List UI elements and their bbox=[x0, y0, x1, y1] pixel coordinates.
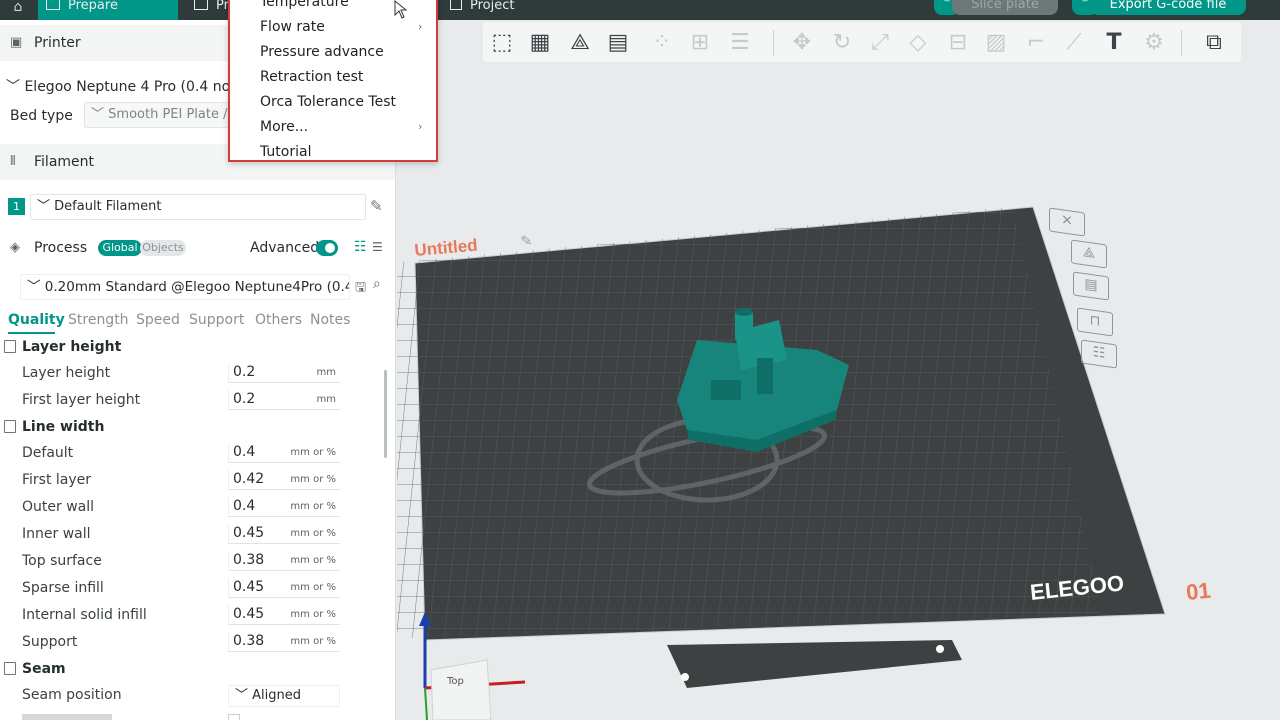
project-icon bbox=[450, 0, 462, 10]
search-icon[interactable]: ⌕ bbox=[373, 276, 381, 292]
line-width-inner-wall-input[interactable]: 0.45 mm or % bbox=[228, 524, 340, 544]
tab-notes[interactable]: Notes bbox=[310, 312, 350, 328]
line-width-group-icon bbox=[4, 420, 16, 433]
menu-item-retraction-test[interactable]: Retraction test bbox=[260, 69, 363, 85]
mouse-cursor-icon bbox=[394, 0, 408, 19]
line-width-top-surface-input[interactable]: 0.38 mm or % bbox=[228, 551, 340, 571]
tab-strength[interactable]: Strength bbox=[68, 312, 129, 328]
group-title-seam: Seam bbox=[22, 661, 66, 677]
param-label: Layer height bbox=[22, 365, 111, 381]
tab-quality[interactable]: Quality bbox=[8, 312, 65, 328]
slice-plate-button[interactable]: Slice plate bbox=[952, 0, 1058, 15]
layer-height-group-icon bbox=[4, 340, 16, 353]
printer-header-label: Printer bbox=[34, 35, 81, 51]
process-preset-select[interactable]: ﹀ 0.20mm Standard @Elegoo Neptune4Pro (0… bbox=[20, 274, 350, 300]
view-cube[interactable]: Top bbox=[430, 659, 492, 720]
param-label: Sparse infill bbox=[22, 580, 104, 596]
calibration-dropdown-menu: Temperature Flow rate › Pressure advance… bbox=[228, 0, 438, 162]
home-icon[interactable]: ⌂ bbox=[6, 0, 30, 20]
line-width-first-layer-input[interactable]: 0.42 mm or % bbox=[228, 470, 340, 490]
compare-presets-icon[interactable]: ☷ bbox=[354, 239, 367, 255]
view-cube-top-label: Top bbox=[446, 676, 464, 687]
build-plate bbox=[397, 206, 1166, 688]
chevron-down-icon: ﹀ bbox=[37, 199, 51, 214]
chevron-right-icon: › bbox=[418, 20, 423, 33]
group-title-layer-height: Layer height bbox=[22, 339, 122, 355]
preview-icon bbox=[194, 0, 208, 10]
printer-preset-value: Elegoo Neptune 4 Pro (0.4 nozzle bbox=[24, 79, 258, 95]
cube-icon bbox=[46, 0, 60, 10]
tab-prepare[interactable]: Prepare bbox=[38, 0, 178, 20]
3d-viewport[interactable]: ⬚ ▦ ⟁ ▤ ⁘ ⊞ ☰ ✥ ↻ ⤢ ◇ ⊟ ▨ ⌐ ⟋ T ⚙ ⧉ ELEG… bbox=[397, 20, 1280, 720]
advanced-switch[interactable] bbox=[316, 240, 338, 256]
tab-project[interactable]: Project bbox=[442, 0, 532, 20]
line-width-support-input[interactable]: 0.38 mm or % bbox=[228, 632, 340, 652]
line-width-default-input[interactable]: 0.4 mm or % bbox=[228, 443, 340, 463]
filament-spool-icon: ⦀ bbox=[10, 154, 16, 169]
build-plate-scene: ELEGOO 01 Untitled ✎ Top bbox=[397, 206, 1212, 720]
printer-icon: ▣ bbox=[10, 35, 23, 50]
layers-icon: ◈ bbox=[10, 240, 20, 255]
printer-preset-select[interactable]: ﹀ Elegoo Neptune 4 Pro (0.4 nozzle bbox=[6, 76, 257, 96]
param-label: First layer height bbox=[22, 392, 141, 408]
first-layer-height-input[interactable]: 0.2 mm bbox=[228, 390, 340, 410]
param-label: Support bbox=[22, 634, 78, 650]
chevron-down-icon: ﹀ bbox=[27, 279, 41, 295]
arrange-plate-icon[interactable]: ▤ bbox=[1073, 271, 1109, 301]
param-label: Outer wall bbox=[22, 499, 95, 515]
bed-type-select[interactable]: ﹀ Smooth PEI Plate / H bbox=[84, 102, 234, 128]
plate-settings-icon[interactable]: ☷ bbox=[1081, 339, 1117, 369]
edit-filament-icon[interactable]: ✎ bbox=[370, 197, 383, 215]
clipped-checkbox[interactable] bbox=[228, 714, 240, 720]
line-width-sparse-infill-input[interactable]: 0.45 mm or % bbox=[228, 578, 340, 598]
chevron-down-icon: ﹀ bbox=[91, 107, 105, 122]
chevron-right-icon: › bbox=[418, 120, 423, 133]
param-label: First layer bbox=[22, 472, 92, 488]
active-tab-underline bbox=[8, 332, 55, 334]
filament-index-badge: 1 bbox=[8, 198, 25, 215]
export-gcode-button[interactable]: Export G-code file bbox=[1090, 0, 1246, 15]
save-icon[interactable]: 🖫 bbox=[355, 278, 366, 300]
line-width-internal-solid-infill-input[interactable]: 0.45 mm or % bbox=[228, 605, 340, 625]
seam-group-icon bbox=[4, 662, 16, 675]
param-label: Default bbox=[22, 445, 74, 461]
menu-item-pressure-advance[interactable]: Pressure advance bbox=[260, 44, 384, 60]
objects-toggle[interactable]: Objects bbox=[140, 240, 186, 256]
line-width-outer-wall-input[interactable]: 0.4 mm or % bbox=[228, 497, 340, 517]
process-settings-icon[interactable]: ☰ bbox=[372, 240, 383, 254]
seam-position-select[interactable]: ﹀ Aligned bbox=[228, 685, 340, 707]
menu-item-tutorial[interactable]: Tutorial bbox=[260, 144, 311, 160]
advanced-label: Advanced bbox=[250, 240, 320, 256]
sidebar-scrollbar[interactable] bbox=[384, 370, 387, 458]
param-label: Internal solid infill bbox=[22, 607, 147, 623]
menu-item-more[interactable]: More... bbox=[260, 119, 308, 135]
tab-speed[interactable]: Speed bbox=[136, 312, 180, 328]
tab-others[interactable]: Others bbox=[255, 312, 302, 328]
filament-header-label: Filament bbox=[34, 154, 95, 170]
clipped-param-label bbox=[22, 714, 112, 720]
menu-item-flow-rate[interactable]: Flow rate bbox=[260, 19, 325, 35]
orient-plate-icon[interactable]: ⟁ bbox=[1071, 239, 1107, 269]
process-header-label: Process bbox=[34, 240, 88, 256]
delete-plate-icon[interactable]: ✕ bbox=[1049, 207, 1085, 237]
edit-plate-name-icon[interactable]: ✎ bbox=[520, 233, 533, 250]
bed-type-label: Bed type bbox=[10, 108, 73, 124]
global-toggle[interactable]: Global bbox=[98, 240, 142, 256]
chevron-down-icon: ﹀ bbox=[235, 688, 249, 703]
group-title-line-width: Line width bbox=[22, 419, 105, 435]
top-bar: ⌂ Prepare Pr Project ︾ Slice plate ︾ Exp… bbox=[0, 0, 1280, 20]
menu-item-temperature[interactable]: Temperature bbox=[260, 0, 349, 10]
tab-support[interactable]: Support bbox=[189, 312, 244, 328]
menu-item-orca-tolerance-test[interactable]: Orca Tolerance Test bbox=[260, 94, 396, 110]
plate-number-label: 01 bbox=[1185, 578, 1212, 605]
layer-height-input[interactable]: 0.2 mm bbox=[228, 363, 340, 383]
lock-plate-icon[interactable]: ⊓ bbox=[1077, 307, 1113, 337]
param-label: Seam position bbox=[22, 687, 122, 703]
param-label: Inner wall bbox=[22, 526, 91, 542]
filament-preset-select[interactable]: ﹀ Default Filament bbox=[30, 194, 366, 220]
chevron-down-icon: ﹀ bbox=[6, 79, 20, 95]
param-label: Top surface bbox=[22, 553, 102, 569]
